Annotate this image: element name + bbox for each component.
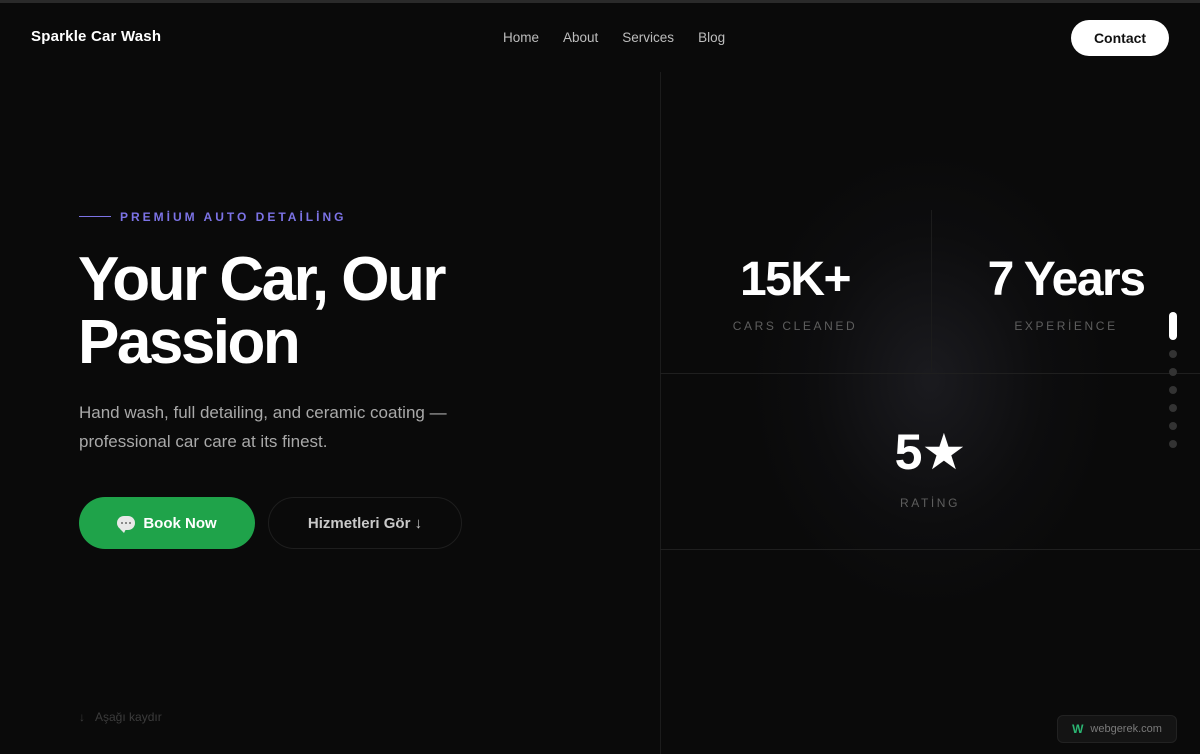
divider xyxy=(931,210,932,372)
slide-dot[interactable] xyxy=(1169,422,1177,430)
nav-link-about[interactable]: About xyxy=(563,30,598,45)
stat-experience-value: 7 Years xyxy=(987,253,1146,306)
slide-dot[interactable] xyxy=(1169,440,1177,448)
slide-dot[interactable] xyxy=(1169,386,1177,394)
slide-indicator xyxy=(1169,312,1177,458)
hero-eyebrow: PREMİUM AUTO DETAİLİNG xyxy=(120,210,347,224)
main-nav: Home About Services Blog xyxy=(503,30,749,45)
watermark-logo-icon: W xyxy=(1072,722,1084,736)
book-now-label: Book Now xyxy=(143,514,217,532)
stat-cars-cleaned-label: CARS CLEANED xyxy=(732,319,858,333)
view-services-button[interactable]: Hizmetleri Gör ↓ xyxy=(268,497,462,549)
stat-rating-value: 5★ xyxy=(894,424,967,480)
nav-link-services[interactable]: Services xyxy=(622,30,674,45)
stat-rating-label: RATİNG xyxy=(899,496,961,510)
contact-button[interactable]: Contact xyxy=(1071,20,1169,56)
brand-logo[interactable]: Sparkle Car Wash xyxy=(31,28,161,45)
scroll-hint-label: Aşağı kaydır xyxy=(95,710,162,724)
divider xyxy=(660,373,1200,374)
hero-title-line-1: Your Car, Our xyxy=(78,245,447,314)
arrow-down-icon: ↓ xyxy=(79,710,85,724)
eyebrow-line xyxy=(79,216,111,217)
hero-title-line-2: Passion xyxy=(78,308,301,377)
watermark-badge[interactable]: W webgerek.com xyxy=(1057,715,1177,743)
stat-cars-cleaned-value: 15K+ xyxy=(739,253,852,306)
scroll-hint[interactable]: ↓ Aşağı kaydır xyxy=(79,710,162,724)
slide-dot[interactable] xyxy=(1169,368,1177,376)
stats-panel xyxy=(660,72,1200,754)
slide-dot-active[interactable] xyxy=(1169,312,1177,340)
stat-experience-label: EXPERİENCE xyxy=(1014,319,1118,333)
hero-subtitle: Hand wash, full detailing, and ceramic c… xyxy=(79,403,447,451)
book-now-button[interactable]: Book Now xyxy=(79,497,255,549)
slide-dot[interactable] xyxy=(1169,350,1177,358)
slide-dot[interactable] xyxy=(1169,404,1177,412)
watermark-text: webgerek.com xyxy=(1090,723,1162,735)
divider xyxy=(660,549,1200,550)
nav-link-home[interactable]: Home xyxy=(503,30,539,45)
top-border xyxy=(0,0,1200,3)
hero-title: Your Car, Our Passion xyxy=(78,248,598,374)
chat-bubble-icon xyxy=(117,516,136,533)
nav-link-blog[interactable]: Blog xyxy=(698,30,725,45)
